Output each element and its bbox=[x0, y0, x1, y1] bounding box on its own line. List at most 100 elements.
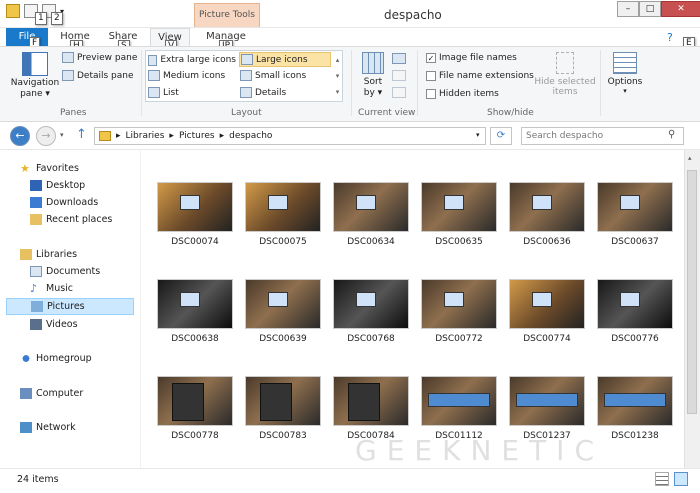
add-columns-icon bbox=[392, 70, 406, 81]
maximize-button[interactable]: □ bbox=[639, 1, 661, 17]
back-button[interactable]: ← bbox=[10, 126, 30, 146]
nav-pictures[interactable]: Pictures bbox=[6, 298, 134, 315]
file-name-label: DSC00778 bbox=[171, 431, 219, 441]
nav-libraries[interactable]: Libraries bbox=[20, 246, 160, 262]
file-thumbnail[interactable]: DSC00783 bbox=[239, 376, 327, 473]
medium-icons-icon bbox=[148, 70, 160, 81]
breadcrumb-pictures[interactable]: Pictures bbox=[179, 131, 215, 141]
search-input[interactable]: Search despacho bbox=[521, 127, 684, 145]
file-thumbnail[interactable]: DSC00075 bbox=[239, 182, 327, 279]
file-thumbnail[interactable]: DSC00778 bbox=[151, 376, 239, 473]
nav-computer[interactable]: Computer bbox=[20, 385, 160, 401]
chevron-down-icon: ▾ bbox=[623, 87, 627, 95]
nav-network[interactable]: Network bbox=[20, 419, 160, 435]
details-pane-button[interactable]: Details pane bbox=[62, 70, 134, 81]
picture-tools-context-tab: Picture Tools bbox=[194, 3, 260, 27]
star-icon: ★ bbox=[20, 161, 30, 175]
hide-selected-items-button: Hide selected items bbox=[534, 52, 596, 97]
network-icon bbox=[20, 421, 32, 433]
group-separator bbox=[141, 50, 142, 116]
file-thumbnail[interactable]: DSC00635 bbox=[415, 182, 503, 279]
layout-extra-large-icons[interactable]: Extra large icons bbox=[148, 53, 236, 67]
options-label: Options bbox=[607, 77, 643, 87]
file-thumbnail[interactable]: DSC00636 bbox=[503, 182, 591, 279]
group-by-icon[interactable] bbox=[392, 53, 406, 64]
navigation-pane-label: Navigation pane ▾ bbox=[10, 78, 60, 99]
file-thumbnail[interactable]: DSC00637 bbox=[591, 182, 679, 279]
breadcrumb-despacho[interactable]: despacho bbox=[229, 131, 272, 141]
details-view-icon[interactable] bbox=[655, 472, 669, 486]
nav-label: Network bbox=[36, 421, 76, 433]
layout-list[interactable]: List bbox=[148, 87, 236, 98]
breadcrumb-libraries[interactable]: Libraries bbox=[126, 131, 165, 141]
navigation-pane-button[interactable]: Navigation pane ▾ bbox=[10, 52, 60, 104]
photo-thumbnail-image bbox=[421, 279, 497, 329]
folder-icon bbox=[99, 131, 111, 141]
status-bar bbox=[0, 468, 700, 493]
chevron-right-icon: ▸ bbox=[219, 131, 225, 141]
minimize-button[interactable]: – bbox=[617, 1, 639, 17]
recent-places-icon bbox=[30, 213, 42, 225]
file-name-extensions-checkbox[interactable]: File name extensions bbox=[426, 71, 534, 81]
homegroup-icon bbox=[20, 352, 32, 364]
gallery-scroll-icon[interactable]: ▴ ▾ ▾ bbox=[333, 52, 342, 100]
item-count: 24 items bbox=[17, 474, 59, 485]
group-separator bbox=[417, 50, 418, 116]
pictures-icon bbox=[31, 301, 43, 312]
hide-selected-label: Hide selected items bbox=[534, 77, 596, 97]
tab-file[interactable]: File bbox=[6, 28, 48, 46]
file-thumbnail[interactable]: DSC00772 bbox=[415, 279, 503, 376]
chevron-right-icon: ▸ bbox=[116, 131, 121, 141]
sort-by-button[interactable]: Sort by ▾ bbox=[360, 52, 386, 102]
folder-icon[interactable] bbox=[6, 4, 20, 18]
recent-locations-icon[interactable]: ▾ bbox=[60, 131, 64, 139]
file-thumbnail[interactable]: DSC00776 bbox=[591, 279, 679, 376]
file-name-label: DSC00637 bbox=[611, 237, 659, 247]
details-icon bbox=[240, 87, 252, 98]
window-title: despacho bbox=[384, 8, 442, 22]
large-icons-view-icon[interactable] bbox=[674, 472, 688, 486]
nav-label: Desktop bbox=[46, 179, 86, 191]
close-button[interactable]: ✕ bbox=[661, 1, 700, 17]
help-icon[interactable]: ? bbox=[667, 31, 673, 44]
photo-thumbnail-image bbox=[157, 182, 233, 232]
file-thumbnail[interactable]: DSC00768 bbox=[327, 279, 415, 376]
file-thumbnail[interactable]: DSC00074 bbox=[151, 182, 239, 279]
nav-label: Favorites bbox=[36, 162, 79, 174]
file-name-label: DSC00074 bbox=[171, 237, 219, 247]
up-arrow-icon[interactable]: ↑ bbox=[76, 127, 87, 142]
layout-large-icons[interactable]: Large icons bbox=[239, 52, 331, 67]
preview-pane-button[interactable]: Preview pane bbox=[62, 52, 137, 63]
address-dropdown-icon[interactable]: ▾ bbox=[476, 131, 480, 139]
file-thumbnail[interactable]: DSC00774 bbox=[503, 279, 591, 376]
layout-medium-icons[interactable]: Medium icons bbox=[148, 70, 236, 81]
nav-label: Documents bbox=[46, 265, 101, 277]
refresh-button[interactable]: ⟳ bbox=[490, 127, 512, 145]
layout-item-label: List bbox=[163, 87, 179, 98]
nav-homegroup[interactable]: Homegroup bbox=[20, 350, 160, 366]
nav-label: Homegroup bbox=[36, 352, 92, 364]
layout-small-icons[interactable]: Small icons bbox=[240, 70, 328, 81]
nav-label: Libraries bbox=[36, 248, 78, 260]
hidden-items-checkbox[interactable]: Hidden items bbox=[426, 89, 499, 99]
address-field[interactable]: ▸ Libraries ▸ Pictures ▸ despacho bbox=[94, 127, 486, 145]
navigation-pane: ★ Favorites Desktop Downloads Recent plac… bbox=[0, 150, 140, 468]
file-name-label: DSC00774 bbox=[523, 334, 571, 344]
file-thumbnail[interactable]: DSC00639 bbox=[239, 279, 327, 376]
scrollbar-thumb[interactable] bbox=[687, 170, 697, 414]
file-name-label: DSC00075 bbox=[259, 237, 307, 247]
videos-icon bbox=[30, 318, 42, 330]
chevron-right-icon: ▸ bbox=[169, 131, 174, 141]
options-button[interactable]: Options ▾ bbox=[604, 52, 646, 95]
scroll-up-icon[interactable]: ▴ bbox=[688, 154, 692, 162]
file-thumbnail[interactable]: DSC00634 bbox=[327, 182, 415, 279]
hidden-items-label: Hidden items bbox=[439, 89, 499, 99]
checkbox-icon bbox=[426, 71, 436, 81]
image-file-names-checkbox[interactable]: ✓ Image file names bbox=[426, 53, 517, 63]
file-name-label: DSC00636 bbox=[523, 237, 571, 247]
layout-details[interactable]: Details bbox=[240, 87, 328, 98]
details-pane-label: Details pane bbox=[77, 70, 134, 81]
file-thumbnail[interactable]: DSC00638 bbox=[151, 279, 239, 376]
nav-favorites[interactable]: ★ Favorites bbox=[20, 160, 160, 176]
forward-button[interactable]: → bbox=[36, 126, 56, 146]
